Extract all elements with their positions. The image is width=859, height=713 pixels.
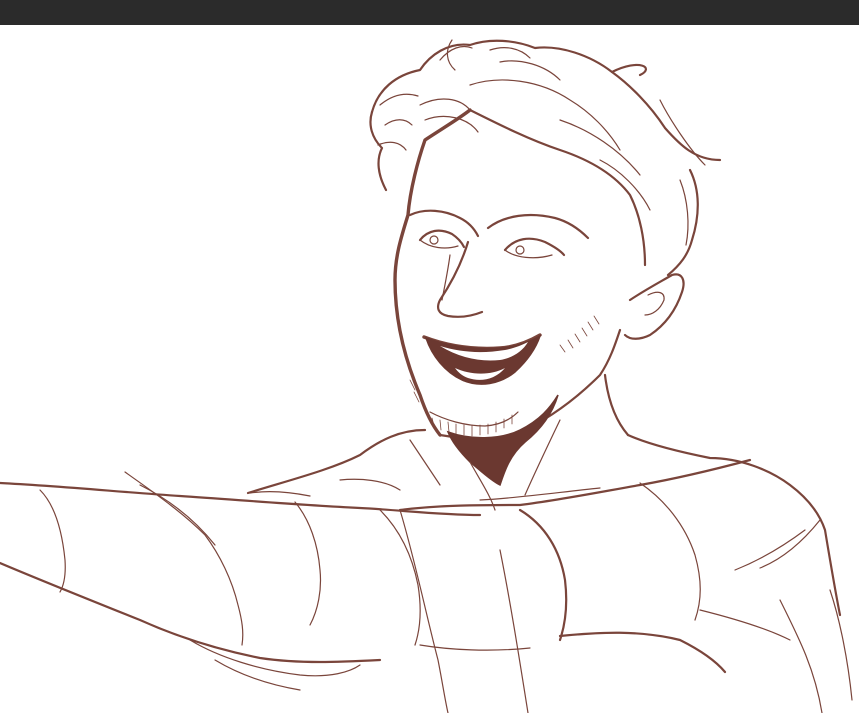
neck — [446, 373, 630, 511]
drawing-app — [0, 0, 859, 713]
drawing-canvas[interactable] — [0, 25, 859, 713]
hair-lines — [369, 39, 722, 211]
top-toolbar — [0, 0, 859, 25]
nose — [437, 240, 484, 318]
face-outline — [393, 108, 699, 440]
right-arm — [379, 458, 853, 713]
mouth — [422, 333, 542, 385]
sketch-artwork — [0, 39, 853, 713]
eyebrows — [408, 209, 590, 240]
eyes — [418, 229, 566, 259]
ear — [623, 273, 685, 340]
left-arm — [0, 471, 482, 691]
torso — [246, 428, 842, 617]
